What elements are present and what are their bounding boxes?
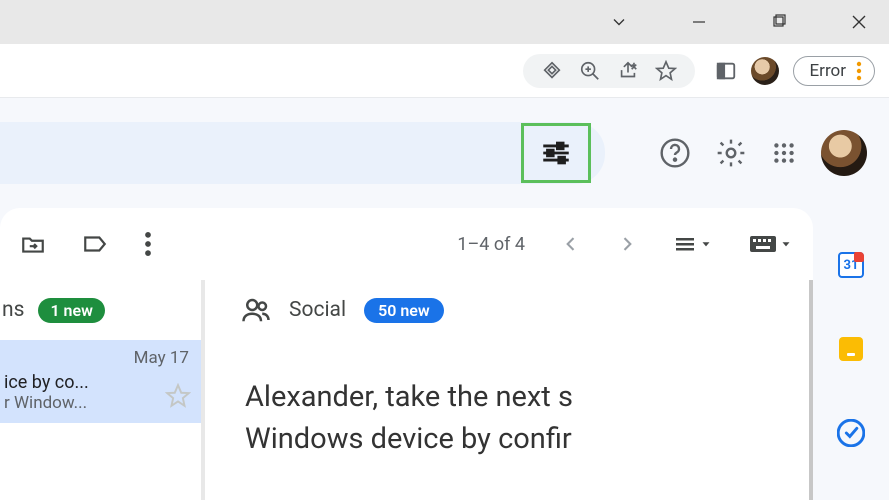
message-line-1: Alexander, take the next s [245,376,809,418]
message-body: Alexander, take the next s Windows devic… [205,340,809,460]
gmail-main: 1–4 of 4 ns 1 new [0,208,889,500]
message-list-item[interactable]: May 17 ice by co... r Window... [0,340,201,423]
side-panel: 31 [813,208,889,500]
move-to-icon[interactable] [20,231,46,257]
search-filters-button[interactable] [521,123,591,183]
zoom-icon[interactable] [579,60,601,82]
share-icon[interactable] [617,60,639,82]
mail-content: 1–4 of 4 ns 1 new [0,208,813,500]
window-maximize-button[interactable] [759,2,799,42]
apps-grid-button[interactable] [771,140,797,166]
profile-avatar-small[interactable] [751,57,779,85]
star-icon[interactable] [165,383,191,413]
sidepanel-toggle-icon[interactable] [715,60,737,82]
input-tools-toggle[interactable] [749,234,793,254]
calendar-app-icon[interactable]: 31 [836,250,866,280]
tune-icon [539,136,573,170]
message-subject-snippet: ice by co... [4,372,189,393]
mail-toolbar: 1–4 of 4 [0,208,813,280]
category-tab-social[interactable]: Social 50 new [205,280,809,340]
settings-button[interactable] [715,137,747,169]
tab-social-label: Social [289,298,346,322]
label-icon[interactable] [82,231,108,257]
error-indicator[interactable]: Error [793,56,875,86]
extension-icon[interactable] [541,60,563,82]
window-close-button[interactable] [839,2,879,42]
chrome-menu-icon[interactable] [856,61,862,81]
split-pane-toggle[interactable] [673,232,713,256]
window-minimize-button[interactable] [679,2,719,42]
mail-body-split: ns 1 new May 17 ice by co... r Window...… [0,280,813,500]
tasks-app-icon[interactable] [836,418,866,448]
message-list-pane: ns 1 new May 17 ice by co... r Window... [0,280,205,500]
error-label: Error [810,61,846,81]
pagination-text: 1–4 of 4 [457,234,525,255]
prev-page-icon[interactable] [561,234,581,254]
help-button[interactable] [659,137,691,169]
bookmark-star-icon[interactable] [655,60,677,82]
browser-toolbar: Error [0,44,889,98]
message-preview-snippet: r Window... [4,393,189,413]
more-actions-icon[interactable] [144,231,152,257]
gmail-header [0,98,889,208]
message-date: May 17 [4,348,189,368]
account-avatar[interactable] [821,130,867,176]
titlebar-chevron[interactable] [599,2,639,42]
tab-partial-label[interactable]: ns [2,298,24,322]
search-bar[interactable] [0,122,605,184]
window-titlebar [0,0,889,44]
message-line-2: Windows device by confir [245,418,809,460]
category-tabs-partial: ns 1 new [0,280,201,340]
reading-pane: Social 50 new Alexander, take the next s… [205,280,813,500]
tab-partial-badge: 1 new [38,298,104,323]
tab-social-badge: 50 new [364,298,444,323]
next-page-icon[interactable] [617,234,637,254]
keep-app-icon[interactable] [836,334,866,364]
social-icon [241,295,271,325]
omnibox-actions [523,54,695,88]
